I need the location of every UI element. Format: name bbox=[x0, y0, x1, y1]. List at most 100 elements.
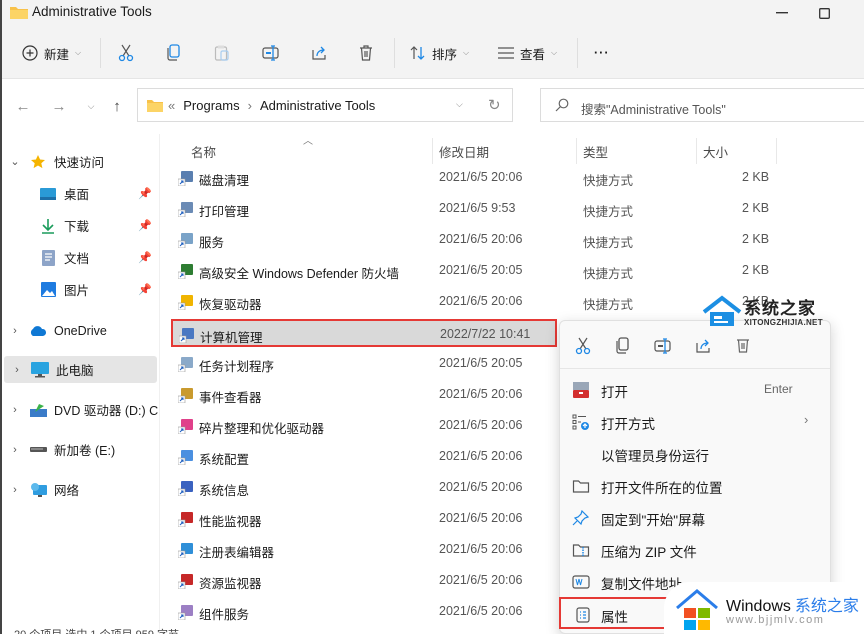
pin-icon[interactable]: 📌 bbox=[138, 187, 152, 200]
cut-button[interactable] bbox=[118, 40, 134, 66]
column-divider[interactable] bbox=[696, 138, 697, 164]
new-label: 新建 bbox=[44, 47, 70, 62]
delete-button[interactable] bbox=[358, 40, 374, 66]
menu-item-open-file-location[interactable]: 打开文件所在的位置 bbox=[560, 470, 830, 502]
file-date: 2021/6/5 20:05 bbox=[439, 263, 523, 277]
file-row[interactable]: 系统配置 2021/6/5 20:06 bbox=[172, 443, 558, 471]
file-type: 快捷方式 bbox=[583, 267, 634, 281]
sidebar-item-pictures[interactable]: 图片 📌 bbox=[2, 276, 158, 303]
search-placeholder: 搜索"Administrative Tools" bbox=[581, 103, 726, 117]
share-icon bbox=[696, 339, 710, 353]
file-row[interactable]: 打印管理 2021/6/5 9:53 bbox=[172, 195, 558, 223]
paste-button[interactable] bbox=[214, 40, 230, 66]
file-row[interactable]: 事件查看器 2021/6/5 20:06 bbox=[172, 381, 558, 409]
menu-item-run-as-admin[interactable]: 以管理员身份运行 bbox=[560, 438, 830, 470]
context-cut-button[interactable] bbox=[572, 335, 594, 357]
menu-item-compress-zip[interactable]: 压缩为 ZIP 文件 bbox=[560, 534, 830, 566]
file-date: 2021/6/5 20:06 bbox=[439, 480, 523, 494]
context-share-button[interactable] bbox=[692, 335, 714, 357]
search-box[interactable]: 搜索"Administrative Tools" bbox=[540, 88, 864, 122]
chevron-right-icon[interactable]: › bbox=[2, 325, 28, 337]
windows-house-logo-icon bbox=[676, 589, 718, 630]
file-row[interactable]: 高级安全 Windows Defender 防火墙 2021/6/5 20:05 bbox=[172, 257, 558, 285]
shortcut-icon bbox=[178, 543, 193, 558]
file-row[interactable]: 性能监视器 2021/6/5 20:06 bbox=[172, 505, 558, 533]
chevron-right-icon[interactable]: › bbox=[2, 484, 28, 496]
file-row-selected[interactable]: 计算机管理 2022/7/22 10:41 bbox=[171, 319, 557, 347]
file-row[interactable]: 碎片整理和优化驱动器 2021/6/5 20:06 bbox=[172, 412, 558, 440]
sort-button[interactable]: 排序 ⌵ bbox=[410, 40, 469, 66]
file-row[interactable]: 系统信息 2021/6/5 20:06 bbox=[172, 474, 558, 502]
address-history-dropdown[interactable]: ⌵ bbox=[456, 99, 463, 110]
context-delete-button[interactable] bbox=[732, 335, 754, 357]
chevron-right-icon[interactable]: › bbox=[2, 444, 28, 456]
zip-folder-icon bbox=[572, 544, 590, 557]
sidebar-item-desktop[interactable]: 桌面 📌 bbox=[2, 180, 158, 207]
maximize-icon bbox=[818, 7, 830, 19]
sort-label: 排序 bbox=[432, 47, 458, 62]
forward-button[interactable]: → bbox=[48, 95, 70, 117]
more-options-button[interactable]: ··· bbox=[594, 40, 610, 66]
chevron-right-icon[interactable]: › bbox=[2, 404, 28, 416]
menu-item-open-with[interactable]: 打开方式 › bbox=[560, 406, 830, 438]
menu-item-label: 打开文件所在的位置 bbox=[601, 481, 723, 496]
sidebar-item-network[interactable]: › 网络 bbox=[2, 476, 158, 503]
breadcrumb-administrative-tools[interactable]: Administrative Tools bbox=[260, 98, 375, 113]
watermark-title-cn: 系统之家 bbox=[794, 598, 859, 615]
back-button[interactable]: ← bbox=[12, 95, 34, 117]
sidebar-item-volume-e[interactable]: › 新加卷 (E:) bbox=[2, 436, 158, 463]
file-row[interactable]: 服务 2021/6/5 20:06 bbox=[172, 226, 558, 254]
view-button[interactable]: 查看 ⌵ bbox=[498, 40, 557, 66]
column-divider[interactable] bbox=[776, 138, 777, 164]
recent-locations-button[interactable]: ⌵ bbox=[80, 95, 102, 117]
open-with-icon bbox=[572, 414, 589, 430]
column-divider[interactable] bbox=[432, 138, 433, 164]
new-button[interactable]: 新建 ⌵ bbox=[22, 40, 81, 66]
rename-icon bbox=[262, 45, 279, 61]
context-copy-button[interactable] bbox=[612, 335, 634, 357]
minimize-button[interactable] bbox=[762, 0, 802, 26]
sidebar-item-onedrive[interactable]: › OneDrive bbox=[2, 317, 158, 344]
file-row[interactable]: 组件服务 2021/6/5 20:06 bbox=[172, 598, 558, 626]
copy-button[interactable] bbox=[166, 40, 182, 66]
menu-item-open[interactable]: 打开 Enter bbox=[560, 374, 830, 406]
chevron-right-icon[interactable]: › bbox=[4, 364, 30, 376]
column-header-date[interactable]: 修改日期 bbox=[439, 142, 489, 161]
refresh-icon[interactable]: ↻ bbox=[488, 96, 501, 114]
shortcut-icon bbox=[178, 450, 193, 465]
address-bar[interactable]: « Programs › Administrative Tools ⌵ ↻ bbox=[137, 88, 513, 122]
maximize-button[interactable] bbox=[804, 0, 844, 26]
file-row[interactable]: 注册表编辑器 2021/6/5 20:06 bbox=[172, 536, 558, 564]
sidebar-item-downloads[interactable]: 下载 📌 bbox=[2, 212, 158, 239]
chevron-down-icon[interactable]: ⌄ bbox=[2, 155, 28, 168]
up-button[interactable]: ↑ bbox=[106, 95, 128, 117]
file-row[interactable]: 磁盘清理 2021/6/5 20:06 bbox=[172, 164, 558, 192]
download-icon bbox=[38, 218, 58, 234]
shortcut-label: Enter bbox=[764, 382, 793, 396]
sidebar-item-documents[interactable]: 文档 📌 bbox=[2, 244, 158, 271]
context-rename-button[interactable] bbox=[652, 335, 674, 357]
sidebar-item-this-pc[interactable]: › 此电脑 bbox=[4, 356, 157, 383]
file-date: 2021/6/5 20:06 bbox=[439, 170, 523, 184]
menu-item-pin-to-start[interactable]: 固定到"开始"屏幕 bbox=[560, 502, 830, 534]
file-row[interactable]: 资源监视器 2021/6/5 20:06 bbox=[172, 567, 558, 595]
file-row[interactable]: 恢复驱动器 2021/6/5 20:06 bbox=[172, 288, 558, 316]
menu-item-properties[interactable]: 属性 bbox=[559, 597, 679, 629]
column-header-type[interactable]: 类型 bbox=[583, 142, 608, 161]
search-icon bbox=[555, 98, 569, 112]
breadcrumb-programs[interactable]: Programs bbox=[183, 98, 239, 113]
pin-icon[interactable]: 📌 bbox=[138, 251, 152, 264]
share-button[interactable] bbox=[310, 40, 328, 66]
file-row[interactable]: 任务计划程序 2021/6/5 20:05 bbox=[172, 350, 558, 378]
shortcut-icon bbox=[178, 512, 193, 527]
sidebar-item-quick-access[interactable]: ⌄ 快速访问 bbox=[2, 148, 158, 175]
sidebar-item-dvd-drive[interactable]: › DVD 驱动器 (D:) CC bbox=[2, 396, 158, 423]
column-header-name[interactable]: 名称 bbox=[191, 142, 216, 161]
breadcrumb-overflow[interactable]: « bbox=[168, 98, 175, 113]
column-divider[interactable] bbox=[576, 138, 577, 164]
rename-button[interactable] bbox=[262, 40, 280, 66]
pin-icon[interactable]: 📌 bbox=[138, 219, 152, 232]
column-header-size[interactable]: 大小 bbox=[703, 142, 728, 161]
pin-icon[interactable]: 📌 bbox=[138, 283, 152, 296]
chevron-down-icon: ⌵ bbox=[75, 48, 82, 57]
